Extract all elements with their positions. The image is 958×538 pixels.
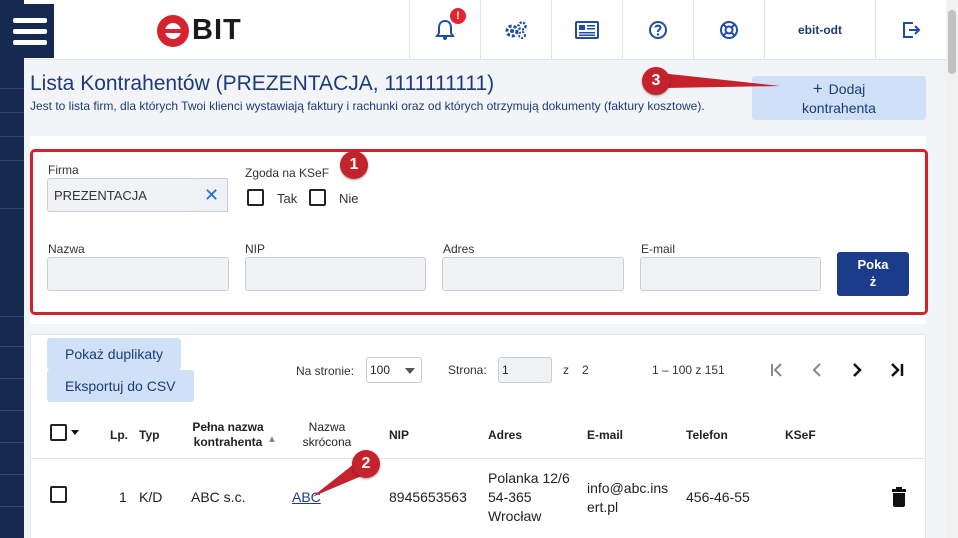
annotation-marker-3: 3 <box>642 67 670 95</box>
annotation-marker-2: 2 <box>352 450 380 478</box>
app-page: BIT ! ebit-odt Lista Kontrahentów (PREZE… <box>0 0 958 538</box>
annotation-arrows <box>312 73 780 497</box>
arrow-3-shape <box>660 73 780 88</box>
annotation-marker-1: 1 <box>340 151 368 179</box>
